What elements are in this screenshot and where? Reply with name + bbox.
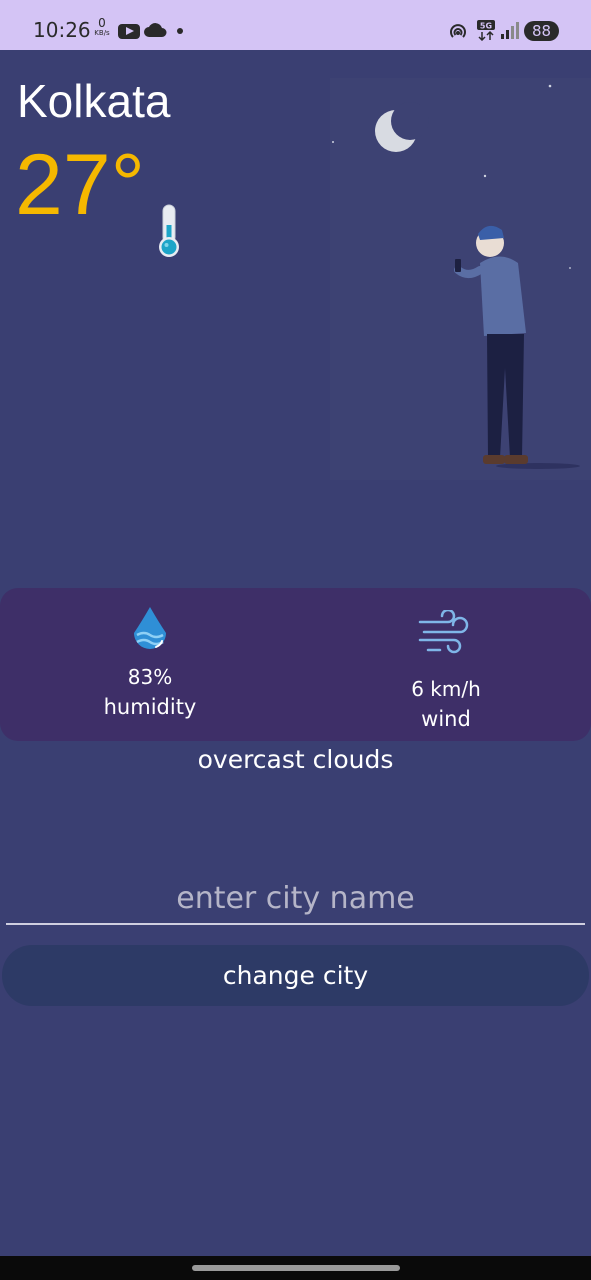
network-type-label: 5G bbox=[480, 22, 492, 31]
network-type: 5G bbox=[476, 19, 496, 45]
humidity-value: 83% bbox=[127, 665, 173, 689]
home-gesture-handle[interactable] bbox=[192, 1265, 400, 1271]
city-name-input[interactable] bbox=[6, 873, 585, 925]
status-bar: 10:26 0 KB/s 5G 88 bbox=[0, 0, 591, 50]
cloud-icon bbox=[144, 23, 167, 37]
net-speed: 0 KB/s bbox=[92, 16, 112, 38]
net-speed-unit: KB/s bbox=[94, 29, 110, 37]
temperature: 27° bbox=[15, 137, 146, 233]
night-scene-illustration bbox=[330, 78, 591, 480]
hotspot-icon bbox=[450, 24, 466, 38]
humidity-label: humidity bbox=[103, 695, 197, 719]
notification-dot-icon bbox=[177, 28, 183, 34]
change-city-button[interactable]: change city bbox=[2, 945, 589, 1006]
weather-description: overcast clouds bbox=[197, 745, 394, 774]
thermometer-icon bbox=[159, 204, 179, 257]
youtube-icon bbox=[118, 24, 140, 39]
net-speed-value: 0 bbox=[98, 16, 106, 30]
water-drop-icon bbox=[134, 607, 166, 649]
battery-icon: 88 bbox=[524, 21, 559, 41]
wind-label: wind bbox=[421, 707, 471, 731]
city-name: Kolkata bbox=[17, 75, 171, 127]
status-time: 10:26 bbox=[33, 18, 91, 42]
signal-icon bbox=[501, 22, 519, 39]
wind-icon bbox=[418, 610, 469, 654]
wind-value: 6 km/h bbox=[411, 677, 481, 701]
